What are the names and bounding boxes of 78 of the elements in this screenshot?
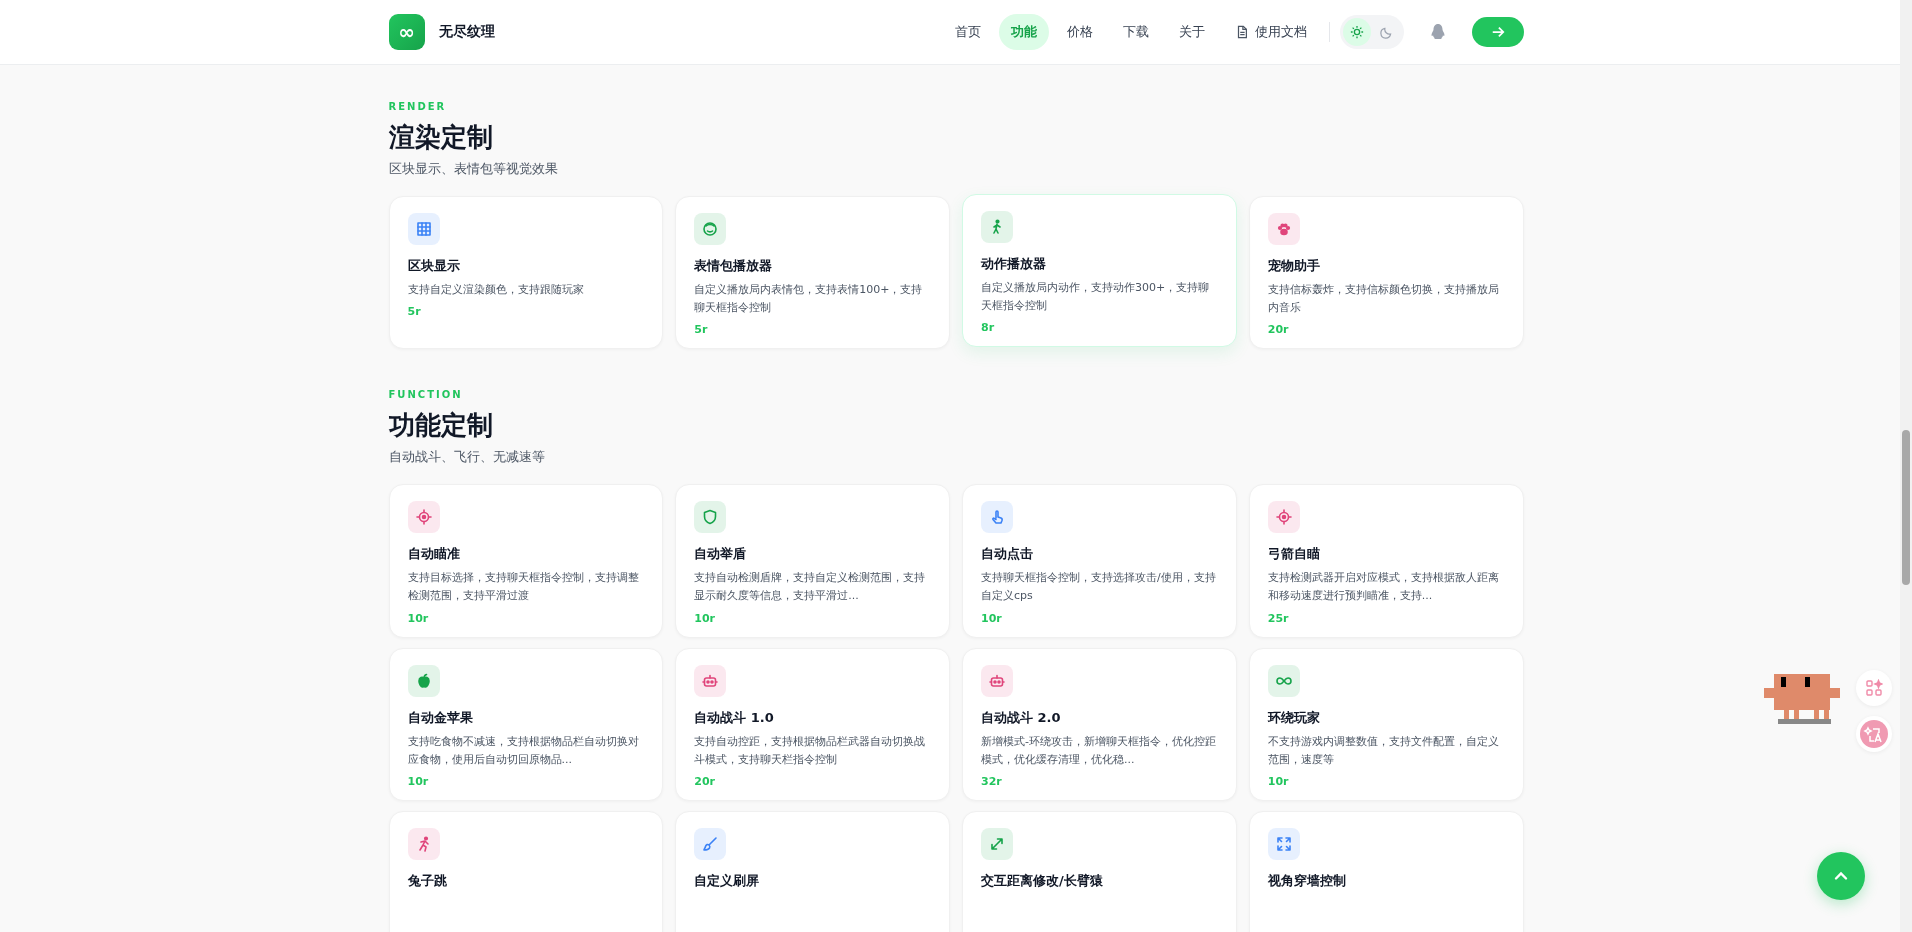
card-title: 环绕玩家 [1267,708,1321,727]
card-title: 自动点击 [981,545,1034,564]
nav-link[interactable]: 下载 [1110,14,1161,50]
card-title: 自定义刷屏 [694,871,761,890]
card-description: 支持目标选择，支持聊天框指令控制，支持调整检测范围，支持平滑过渡 [407,570,640,605]
card-description: 支持检测武器开启对应模式，支持根据敌人距离和移动速度进行预判瞄准，支持... [1267,570,1500,605]
card-description: 支持吃食物不减速，支持根据物品栏自动切换对应食物，使用后自动切回原物品... [407,733,640,768]
section-subtitle: 自动战斗、飞行、无减速等 [388,448,546,467]
card-title: 自动举盾 [694,545,748,564]
price-label: 20r [1267,323,1290,337]
feature-card[interactable]: 环绕玩家 不支持游戏内调整数值，支持文件配置，自定义范围，速度等 10r [1248,647,1524,801]
apps-icon[interactable] [1856,670,1892,706]
nav-link[interactable]: 关于 [1166,14,1217,50]
feature-card[interactable]: 自动瞄准 支持目标选择，支持聊天框指令控制，支持调整检测范围，支持平滑过渡 10r [388,484,664,638]
feature-card[interactable]: 兔子跳 [388,810,664,932]
price-label: 32r [981,774,1003,788]
feature-card[interactable]: 表情包播放器 自定义播放局内表情包，支持表情100+，支持聊天框指令控制 5r [675,196,950,350]
card-description: 不支持游戏内调整数值，支持文件配置，自定义范围，速度等 [1267,733,1500,768]
card-title: 自动金苹果 [407,708,474,727]
feature-card[interactable]: 区块显示 支持自定义渲染颜色，支持跟随玩家 5r [388,196,664,350]
feature-card[interactable]: 视角穿墙控制 [1248,810,1524,932]
docs-link[interactable]: 使用文档 [1222,14,1319,50]
scrollbar[interactable] [1900,0,1912,932]
card-description: 支持聊天框指令控制，支持选择攻击/使用，支持自定义cps [981,570,1217,605]
card-title: 视角穿墙控制 [1267,871,1347,890]
section-subtitle: 区块显示、表情包等视觉效果 [388,160,559,178]
price-label: 25r [1267,611,1290,625]
section-label: FUNCTION [388,389,464,401]
card-title: 自动战斗 1.0 [694,708,775,727]
card-title: 宠物助手 [1267,257,1321,275]
card-title: 自动战斗 2.0 [981,708,1062,727]
price-label: 10r [694,611,716,625]
section-label: RENDER [388,101,448,112]
arrow-right-icon [1490,25,1505,39]
price-label: 5r [407,305,422,319]
card-description: 自定义播放局内表情包，支持表情100+，支持聊天框指令控制 [694,282,924,317]
feature-card[interactable]: 自动战斗 2.0 新增模式-环绕攻击，新增聊天框指令，优化控距模式，优化缓存清理，优化稳... 32r [962,647,1237,801]
card-title: 自动瞄准 [407,545,461,564]
feature-card[interactable]: 自动金苹果 支持吃食物不减速，支持根据物品栏自动切换对应食物，使用后自动切回原物品... 10r [388,647,664,801]
price-label: 10r [407,774,430,788]
feature-card[interactable]: 宠物助手 支持信标轰炸，支持信标颜色切换，支持播放局内音乐 20r [1248,196,1524,350]
sun-icon[interactable] [1342,18,1371,46]
scroll-to-top-button[interactable] [1817,852,1865,900]
scrollbar-thumb[interactable] [1902,430,1910,585]
card-title: 表情包播放器 [694,257,774,275]
card-title: 兔子跳 [407,871,448,890]
feature-card[interactable]: 动作播放器 自定义播放局内动作，支持动作300+，支持聊天框指令控制 8r [962,194,1237,348]
brand-name[interactable]: 无尽纹理 [438,23,495,41]
feature-card[interactable]: 弓箭自瞄 支持检测武器开启对应模式，支持根据敌人距离和移动速度进行预判瞄准，支持... 25r [1248,484,1524,638]
arrow-button[interactable] [1471,17,1524,47]
feature-card[interactable]: 自动举盾 支持自动检测盾牌，支持自定义检测范围，支持显示耐久度等信息，支持平滑过... 10r [675,484,950,638]
penguin-icon[interactable] [1429,23,1446,41]
card-title: 区块显示 [407,257,461,275]
price-label: 10r [981,611,1003,625]
feature-card[interactable]: 交互距离修改/长臂猿 [962,810,1237,932]
card-description: 支持信标轰炸，支持信标颜色切换，支持播放局内音乐 [1267,282,1500,317]
feature-card[interactable]: 自动点击 支持聊天框指令控制，支持选择攻击/使用，支持自定义cps 10r [962,484,1237,638]
section-title: 功能定制 [388,409,494,443]
price-label: 10r [407,611,430,625]
pixel-creature-drawing[interactable] [1764,672,1840,724]
card-description: 支持自定义渲染颜色，支持跟随玩家 [407,282,585,298]
nav-link[interactable]: 价格 [1054,14,1105,50]
feature-card[interactable]: 自动战斗 1.0 支持自动控距，支持根据物品栏武器自动切换战斗模式，支持聊天栏指令控制 20r [675,647,950,801]
price-label: 20r [694,774,716,788]
feature-card[interactable]: 自定义刷屏 [675,810,950,932]
card-description: 支持自动控距，支持根据物品栏武器自动切换战斗模式，支持聊天栏指令控制 [694,733,927,768]
price-label: 5r [694,323,709,337]
card-title: 动作播放器 [981,255,1047,273]
card-description: 新增模式-环绕攻击，新增聊天框指令，优化控距模式，优化缓存清理，优化稳... [981,733,1217,768]
nav-link[interactable]: 首页 [942,14,993,50]
section-title: 渲染定制 [388,121,494,154]
price-label: 10r [1267,774,1290,788]
price-label: 8r [981,321,996,335]
card-description: 自定义播放局内动作，支持动作300+，支持聊天框指令控制 [981,280,1211,315]
translate-icon[interactable] [1856,716,1892,752]
card-title: 交互距离修改/长臂猿 [981,871,1104,890]
card-title: 弓箭自瞄 [1267,545,1321,564]
card-description: 支持自动检测盾牌，支持自定义检测范围，支持显示耐久度等信息，支持平滑过... [694,570,927,605]
